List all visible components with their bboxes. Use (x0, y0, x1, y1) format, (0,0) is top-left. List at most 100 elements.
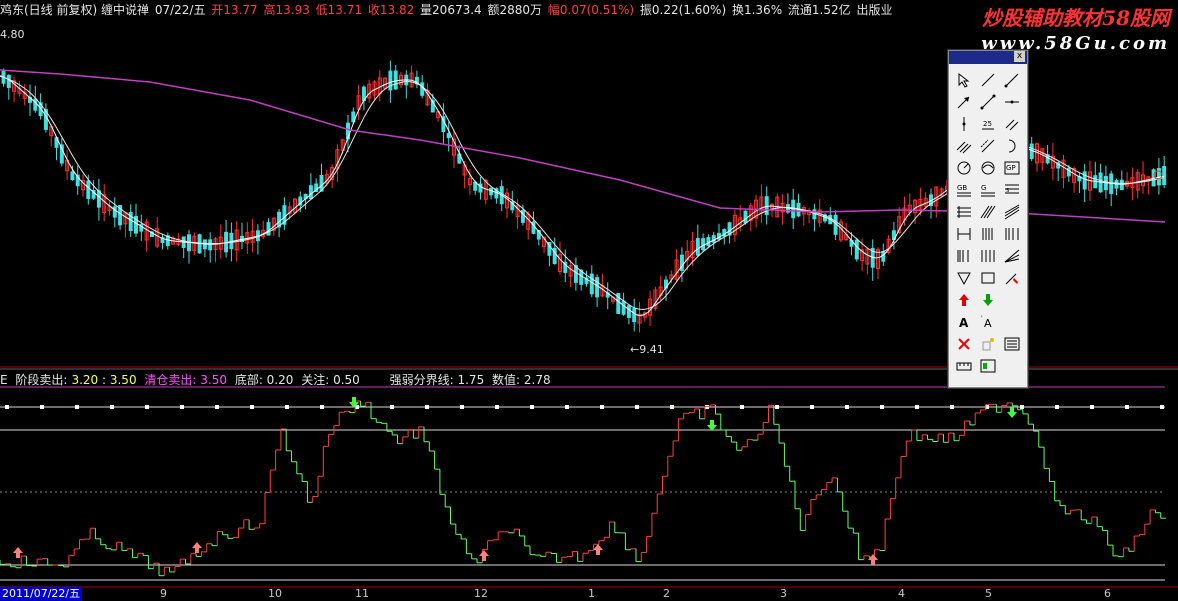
up-arrow-icon[interactable] (954, 290, 974, 310)
bracket-icon[interactable] (954, 224, 974, 244)
vertical-line-icon[interactable] (954, 114, 974, 134)
channel-icon[interactable] (954, 136, 974, 156)
speed-lines-icon[interactable]: S (1002, 180, 1022, 200)
text-lines-icon[interactable] (954, 202, 974, 222)
x-axis-tick: 1 (588, 587, 595, 600)
text-box-icon[interactable]: A ' (978, 312, 998, 332)
candle-body (96, 190, 101, 208)
stage-sell-dot (635, 405, 639, 409)
svg-text:G: G (981, 184, 986, 192)
parallel-lines-icon[interactable] (1002, 114, 1022, 134)
candle-body (695, 238, 700, 256)
save-icon[interactable] (978, 356, 998, 376)
down-arrow-icon[interactable] (978, 290, 998, 310)
time-lines-icon[interactable] (954, 246, 974, 266)
speed-fan-icon[interactable] (1002, 246, 1022, 266)
toolbox-spacer (1002, 356, 1022, 376)
stage-sell-dot (1160, 405, 1164, 409)
sell-arrow-icon (707, 420, 717, 431)
candle-body (706, 237, 711, 247)
bottom-level: 底部: 0.20 (234, 373, 294, 387)
stage-sell-dot (285, 405, 289, 409)
rectangle-icon[interactable] (978, 268, 998, 288)
candle-body (854, 239, 859, 260)
segment-icon[interactable] (978, 92, 998, 112)
fibonacci-icon[interactable]: G (978, 180, 998, 200)
stage-sell-dot (250, 405, 254, 409)
x-axis: 9 10 11 12 1 2 3 4 5 6 (0, 587, 1178, 601)
triangle-icon[interactable] (954, 268, 974, 288)
stage-sell-dot (425, 405, 429, 409)
fan-lines-icon[interactable] (978, 202, 998, 222)
period-lines-icon[interactable] (978, 224, 998, 244)
circle-icon[interactable] (954, 158, 974, 178)
text-icon[interactable]: A (954, 312, 974, 332)
stage-sell-dot (110, 405, 114, 409)
svg-text:S: S (1006, 188, 1009, 194)
cursor-date: 2011/07/22/五 (0, 587, 83, 601)
clear-sell: 清仓卖出: 3.50 (144, 373, 227, 387)
candle-body (420, 82, 425, 96)
stage-sell-dot (670, 405, 674, 409)
cycle-icon[interactable] (978, 158, 998, 178)
parallel-channel-icon[interactable] (978, 136, 998, 156)
arrow-line-icon[interactable] (954, 92, 974, 112)
horizontal-line-icon[interactable] (1002, 92, 1022, 112)
cursor-icon[interactable] (954, 70, 974, 90)
stage-sell-dot (145, 405, 149, 409)
buy-arrow-icon (192, 542, 202, 553)
stage-sell-dot (460, 405, 464, 409)
line-icon[interactable] (978, 70, 998, 90)
svg-text:A: A (984, 317, 992, 330)
stage-sell-dot (215, 405, 219, 409)
stage-sell-dot (775, 405, 779, 409)
x-axis-tick: 6 (1104, 587, 1111, 600)
toolbox-titlebar[interactable]: x (949, 51, 1027, 64)
ray-icon[interactable] (1002, 70, 1022, 90)
candle-body (6, 74, 11, 88)
arc-icon[interactable] (1002, 136, 1022, 156)
indicator-name: E (0, 373, 8, 387)
price-line-icon[interactable]: 25 (978, 114, 998, 134)
strong-weak-line: 强弱分界线: 1.75 (389, 373, 485, 387)
stage-sell-dot (810, 405, 814, 409)
delete-icon[interactable] (954, 334, 974, 354)
svg-text:GB: GB (957, 184, 967, 192)
candle-body (1119, 179, 1124, 191)
drawing-toolbox[interactable]: x 25 GP GB G S A A ' (948, 50, 1028, 388)
stage-sell-dot (1090, 405, 1094, 409)
stage-sell-dot (495, 405, 499, 409)
list-icon[interactable] (1002, 334, 1022, 354)
x-axis-tick: 9 (160, 587, 167, 600)
stage-sell-dot (1020, 405, 1024, 409)
candle-body (701, 238, 706, 251)
ruler-icon[interactable] (954, 356, 974, 376)
x-axis-tick: 12 (474, 587, 488, 600)
candle-body (1029, 143, 1034, 160)
close-icon[interactable]: x (1014, 51, 1025, 62)
paint-icon[interactable] (1002, 268, 1022, 288)
stage-sell-dot (845, 405, 849, 409)
hide-icon[interactable] (978, 334, 998, 354)
candle-body (208, 239, 213, 251)
fan-icon[interactable] (978, 246, 998, 266)
toolbox-grid: 25 GP GB G S A A ' (949, 64, 1027, 382)
stage-sell-values: 3.20 : 3.50 (71, 373, 137, 387)
buy-arrow-icon (868, 554, 878, 565)
svg-text:': ' (981, 315, 983, 322)
candle-body (711, 235, 716, 243)
candle-body (743, 210, 748, 224)
time-zone-icon[interactable] (1002, 224, 1022, 244)
sell-arrow-icon (1007, 407, 1017, 418)
buy-arrow-icon (593, 544, 603, 555)
candle-body (308, 185, 313, 200)
watch-level: 关注: 0.50 (301, 373, 360, 387)
stage-sell-dot (740, 405, 744, 409)
gann-box-icon[interactable]: GB (954, 180, 974, 200)
svg-text:25: 25 (983, 120, 992, 128)
candle-body (632, 308, 637, 323)
toolbox-spacer (1002, 312, 1022, 332)
svg-text:A: A (959, 316, 969, 330)
gann-icon[interactable]: GP (1002, 158, 1022, 178)
wave-icon[interactable] (1002, 202, 1022, 222)
